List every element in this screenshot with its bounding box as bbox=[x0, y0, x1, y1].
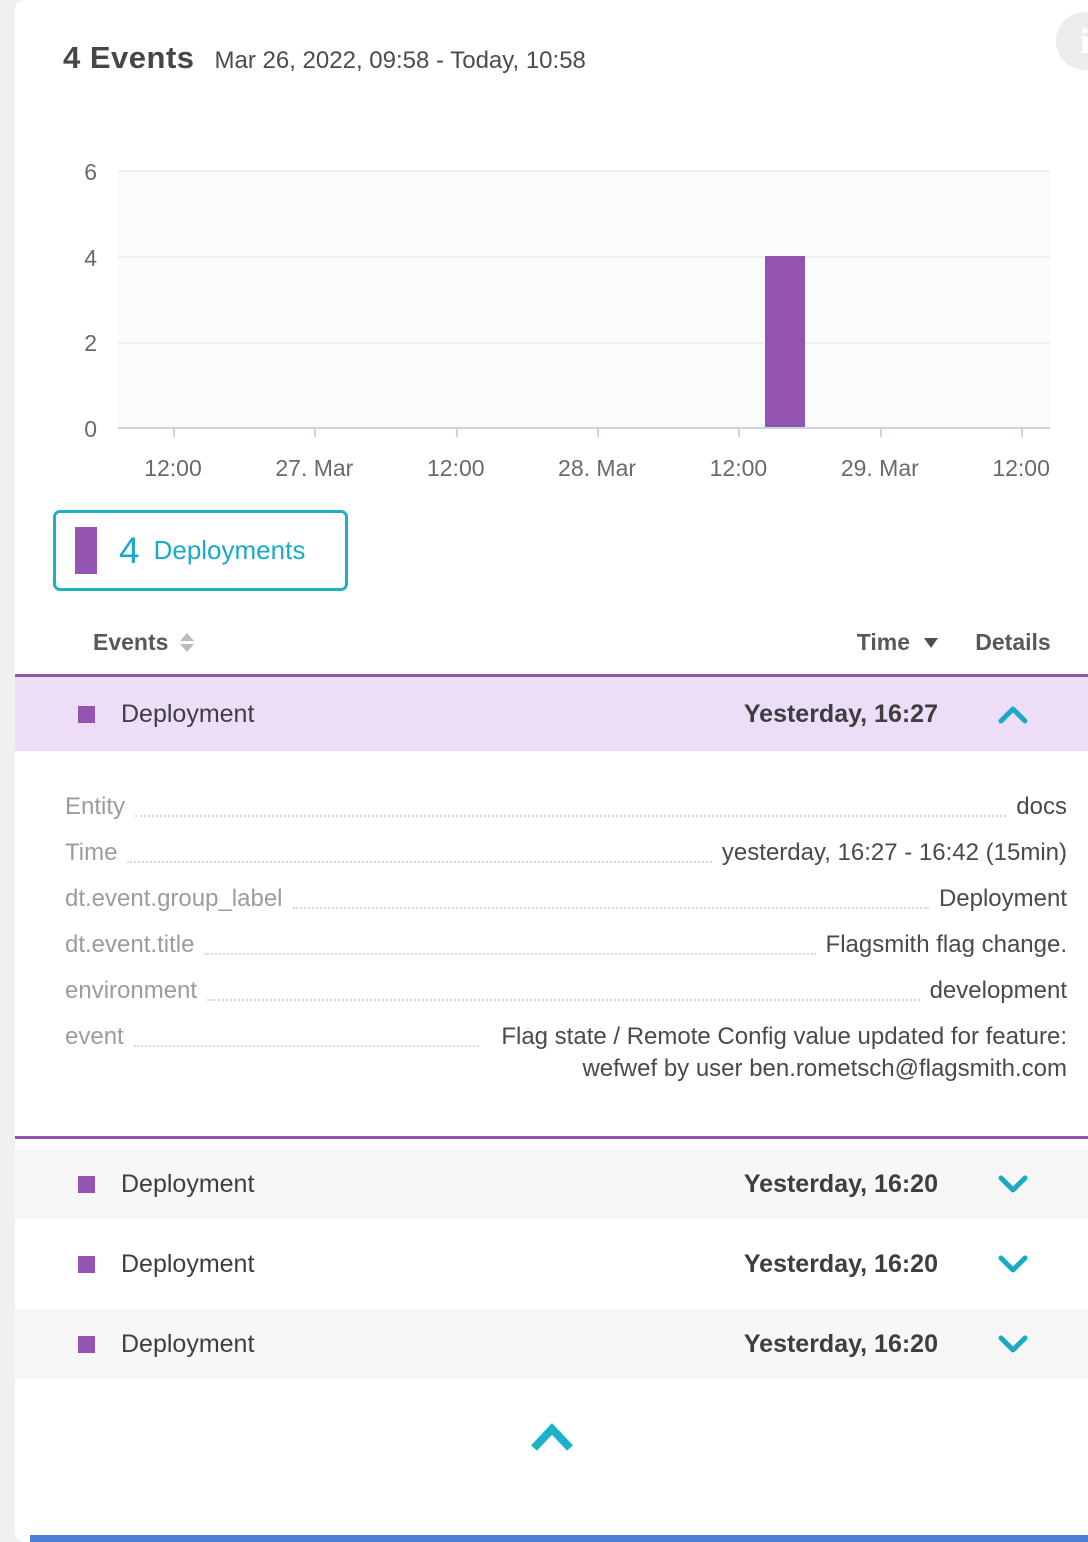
deployment-swatch-icon bbox=[78, 1176, 95, 1193]
detail-value: yesterday, 16:27 - 16:42 (15min) bbox=[722, 837, 1067, 869]
expand-row-button[interactable] bbox=[958, 1175, 1068, 1194]
event-type-label: Deployment bbox=[121, 700, 254, 729]
dotted-leader bbox=[293, 883, 929, 909]
detail-value: docs bbox=[1016, 791, 1067, 823]
x-axis-label: 12:00 bbox=[992, 455, 1050, 482]
detail-row: Entity docs bbox=[65, 791, 1067, 823]
column-header-time[interactable]: Time bbox=[728, 629, 938, 656]
y-axis-label: 2 bbox=[15, 332, 97, 355]
detail-label: environment bbox=[65, 975, 197, 1007]
x-axis-label: 27. Mar bbox=[275, 455, 353, 482]
legend-label: Deployments bbox=[154, 535, 306, 566]
detail-label: dt.event.group_label bbox=[65, 883, 283, 915]
chevron-down-icon bbox=[998, 1255, 1028, 1274]
deployment-swatch-icon bbox=[75, 527, 97, 574]
detail-row: dt.event.title Flagsmith flag change. bbox=[65, 929, 1067, 961]
expand-row-button[interactable] bbox=[958, 1255, 1068, 1274]
legend-deployments-toggle[interactable]: 4 Deployments bbox=[53, 510, 348, 591]
x-tick-mark bbox=[173, 429, 175, 437]
detail-label: dt.event.title bbox=[65, 929, 194, 961]
x-axis-label: 28. Mar bbox=[558, 455, 636, 482]
event-time: Yesterday, 16:20 bbox=[728, 1330, 938, 1359]
x-axis-label: 12:00 bbox=[144, 455, 202, 482]
table-row[interactable]: Deployment Yesterday, 16:27 bbox=[15, 674, 1088, 751]
dotted-leader bbox=[135, 791, 1006, 817]
time-header-label: Time bbox=[857, 629, 910, 656]
table-header-row: Events Time Details bbox=[15, 629, 1088, 674]
detail-label: Entity bbox=[65, 791, 125, 823]
dotted-leader bbox=[204, 929, 815, 955]
event-time: Yesterday, 16:20 bbox=[728, 1250, 938, 1279]
chart-plot-area bbox=[118, 170, 1050, 429]
x-axis-label: 12:00 bbox=[427, 455, 485, 482]
y-axis-label: 4 bbox=[15, 247, 97, 270]
x-tick-mark bbox=[738, 429, 740, 437]
detail-row: event Flag state / Remote Config value u… bbox=[65, 1021, 1067, 1085]
events-bar-chart: 6 4 2 0 12:00 27. Mar 12:00 28. M bbox=[15, 160, 1088, 480]
sort-both-icon bbox=[180, 633, 194, 652]
y-axis-label: 0 bbox=[15, 418, 97, 441]
timeframe-label: Mar 26, 2022, 09:58 - Today, 10:58 bbox=[215, 47, 586, 75]
chevron-down-icon bbox=[998, 1175, 1028, 1194]
bottom-blue-bar bbox=[30, 1535, 1088, 1542]
column-header-events[interactable]: Events bbox=[93, 629, 194, 656]
x-tick-mark bbox=[597, 429, 599, 437]
event-time: Yesterday, 16:27 bbox=[728, 700, 938, 729]
x-tick-mark bbox=[1021, 429, 1023, 437]
events-table: Events Time Details Deployment Yesterday… bbox=[15, 629, 1088, 1379]
expand-row-button[interactable] bbox=[958, 1335, 1068, 1354]
gridline bbox=[118, 170, 1050, 172]
detail-row: environment development bbox=[65, 975, 1067, 1007]
detail-label: Time bbox=[65, 837, 117, 869]
deployment-swatch-icon bbox=[78, 706, 95, 723]
x-tick-mark bbox=[456, 429, 458, 437]
x-axis-label: 29. Mar bbox=[841, 455, 919, 482]
detail-value: Flagsmith flag change. bbox=[826, 929, 1067, 961]
table-row[interactable]: Deployment Yesterday, 16:20 bbox=[15, 1309, 1088, 1379]
detail-value: Deployment bbox=[939, 883, 1067, 915]
legend-count: 4 bbox=[119, 530, 140, 572]
chart-bar[interactable] bbox=[765, 256, 805, 427]
page-title: 4 Events bbox=[63, 40, 195, 76]
chevron-up-icon bbox=[998, 705, 1028, 724]
column-header-details: Details bbox=[958, 629, 1068, 656]
detail-row: Time yesterday, 16:27 - 16:42 (15min) bbox=[65, 837, 1067, 869]
dotted-leader bbox=[127, 837, 711, 863]
event-type-label: Deployment bbox=[121, 1250, 254, 1279]
detail-value: development bbox=[930, 975, 1067, 1007]
sort-desc-icon bbox=[924, 638, 938, 648]
deployment-swatch-icon bbox=[78, 1256, 95, 1273]
collapse-panel-button[interactable] bbox=[522, 1417, 582, 1461]
table-row[interactable]: Deployment Yesterday, 16:20 bbox=[15, 1229, 1088, 1299]
gridline bbox=[118, 256, 1050, 258]
event-details-panel: Entity docs Time yesterday, 16:27 - 16:4… bbox=[15, 751, 1088, 1139]
y-axis-label: 6 bbox=[15, 161, 97, 184]
gridline bbox=[118, 342, 1050, 344]
x-axis-label: 12:00 bbox=[710, 455, 768, 482]
x-tick-mark bbox=[314, 429, 316, 437]
chevron-up-icon bbox=[529, 1423, 575, 1453]
detail-label: event bbox=[65, 1021, 124, 1053]
events-header-label: Events bbox=[93, 629, 168, 656]
detail-row: dt.event.group_label Deployment bbox=[65, 883, 1067, 915]
dotted-leader bbox=[207, 975, 919, 1001]
deployment-swatch-icon bbox=[78, 1336, 95, 1353]
collapse-row-button[interactable] bbox=[958, 705, 1068, 724]
event-type-label: Deployment bbox=[121, 1330, 254, 1359]
events-panel: 4 Events Mar 26, 2022, 09:58 - Today, 10… bbox=[15, 0, 1088, 1542]
event-type-label: Deployment bbox=[121, 1170, 254, 1199]
detail-value: Flag state / Remote Config value updated… bbox=[489, 1021, 1067, 1085]
x-tick-mark bbox=[880, 429, 882, 437]
table-row[interactable]: Deployment Yesterday, 16:20 bbox=[15, 1149, 1088, 1219]
panel-header: 4 Events Mar 26, 2022, 09:58 - Today, 10… bbox=[15, 0, 1088, 76]
chevron-down-icon bbox=[998, 1335, 1028, 1354]
event-time: Yesterday, 16:20 bbox=[728, 1170, 938, 1199]
info-icon-glyph: i bbox=[1080, 20, 1088, 62]
dotted-leader bbox=[134, 1021, 479, 1047]
